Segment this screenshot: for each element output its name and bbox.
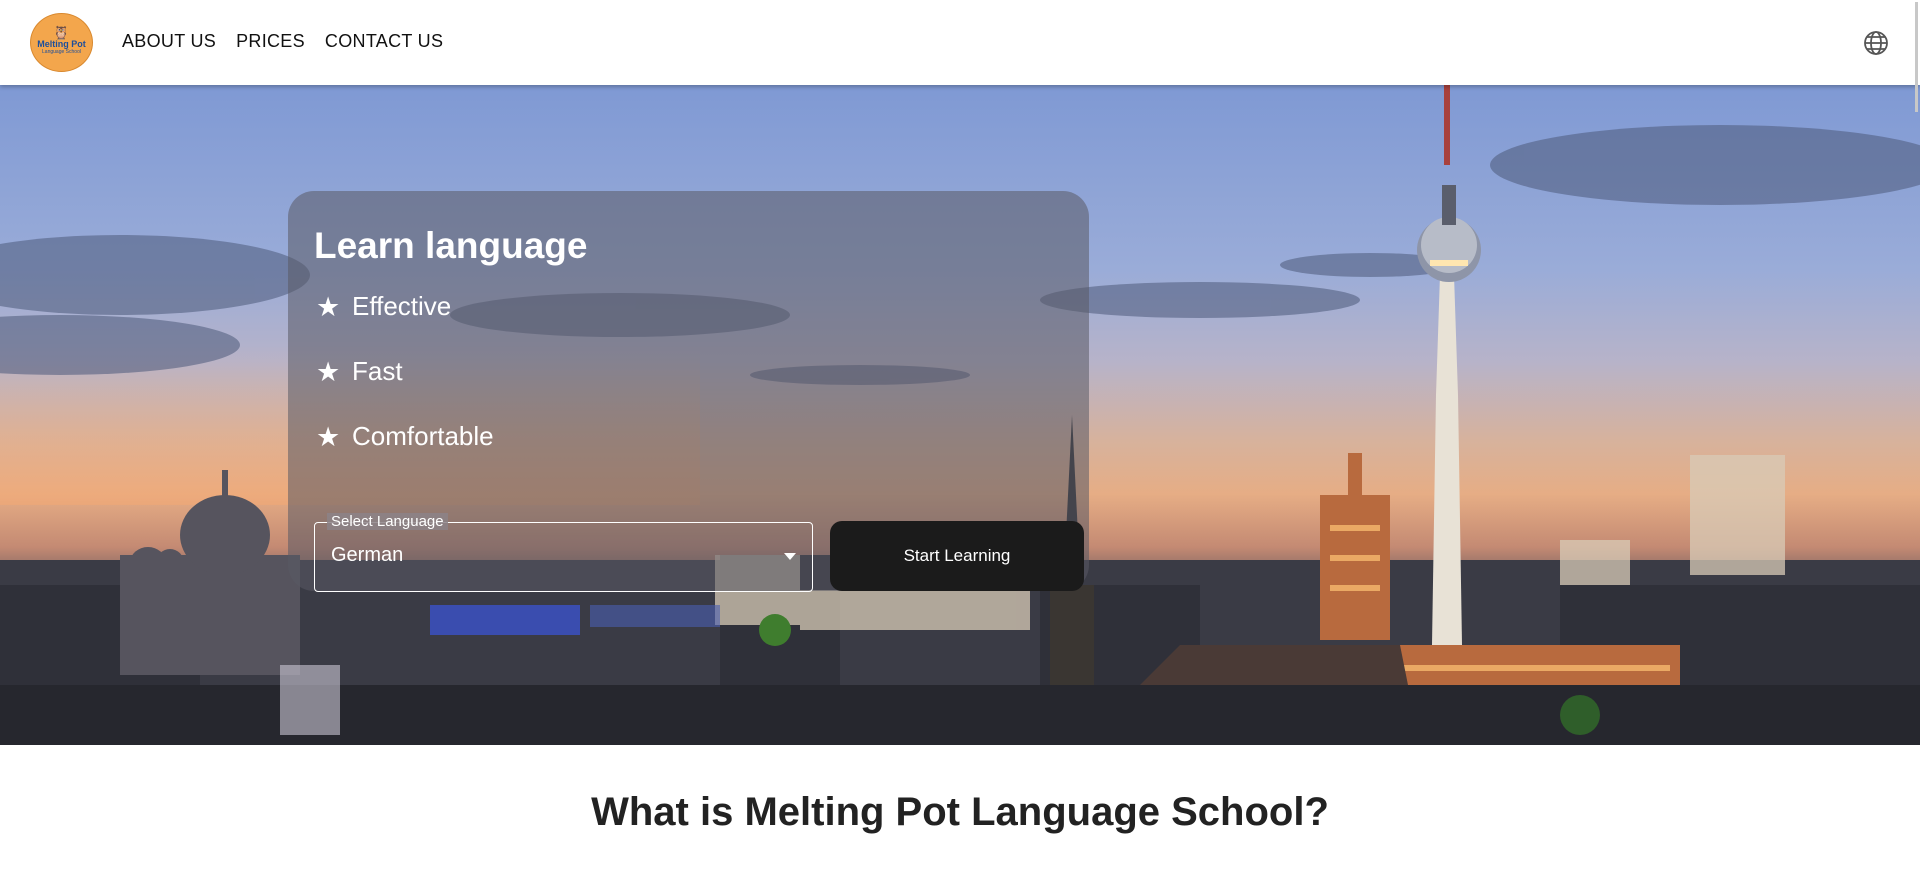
language-select[interactable]: Select Language German [314, 513, 813, 592]
page-scrollbar[interactable] [1915, 2, 1918, 112]
hero-title: Learn language [314, 225, 588, 266]
school-logo[interactable]: 🦉 Melting Pot Language School [30, 13, 93, 72]
start-learning-button[interactable]: Start Learning [830, 521, 1084, 591]
star-icon: ★ [316, 421, 341, 452]
section-title: What is Melting Pot Language School? [591, 790, 1329, 834]
nav-about-us[interactable]: ABOUT US [122, 31, 216, 52]
feature-item-fast: ★ Fast [316, 356, 403, 387]
language-select-value: German [331, 544, 404, 566]
hero-banner: Learn language ★ Effective ★ Fast ★ Comf… [0, 85, 1920, 745]
feature-label: Comfortable [352, 421, 494, 451]
logo-sub-text: Language School [42, 48, 81, 55]
logo-brand-text: Melting Pot [37, 38, 86, 49]
language-select-label: Select Language [327, 513, 448, 530]
feature-label: Effective [352, 291, 452, 321]
feature-item-comfortable: ★ Comfortable [316, 421, 494, 452]
nav-contact-us[interactable]: CONTACT US [325, 31, 443, 52]
globe-icon[interactable] [1862, 29, 1890, 57]
star-icon: ★ [316, 291, 341, 322]
nav-prices[interactable]: PRICES [236, 31, 305, 52]
learn-language-card: Learn language ★ Effective ★ Fast ★ Comf… [288, 191, 1089, 592]
star-icon: ★ [316, 356, 341, 387]
feature-item-effective: ★ Effective [316, 291, 451, 322]
feature-label: Fast [352, 356, 403, 386]
main-nav: ABOUT US PRICES CONTACT US [122, 31, 443, 52]
dropdown-arrow-icon [784, 553, 796, 560]
top-navbar: 🦉 Melting Pot Language School ABOUT US P… [0, 0, 1920, 85]
owl-icon: 🦉 [53, 24, 70, 40]
